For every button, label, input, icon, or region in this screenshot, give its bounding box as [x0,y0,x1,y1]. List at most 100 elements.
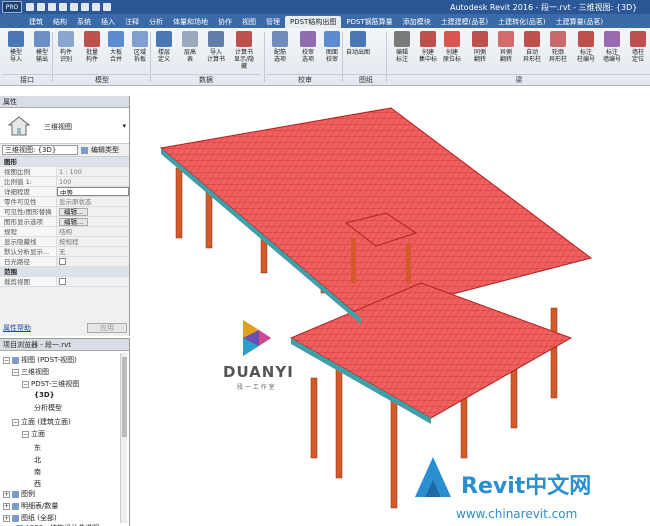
ribbon-button-2[interactable]: 构件 识别 [54,30,78,72]
tab-1[interactable]: 结构 [48,16,72,28]
tab-0[interactable]: 建筑 [24,16,48,28]
undo-icon[interactable] [48,3,56,11]
tab-7[interactable]: 协作 [213,16,237,28]
ribbon-button-1[interactable]: 模型 输出 [30,30,54,72]
tab-8[interactable]: 视图 [237,16,261,28]
expand-toggle-icon[interactable]: + [3,514,10,522]
ribbon-button-16[interactable]: 创建 原位标 [440,30,464,72]
ribbon-button-12[interactable]: 图面 校审 [320,30,344,72]
expand-toggle-icon[interactable]: − [22,430,29,438]
property-checkbox[interactable] [59,278,66,285]
3d-view-icon[interactable] [103,3,111,11]
expand-toggle-icon[interactable]: − [12,368,19,376]
project-browser-header: 项目浏览器 - 段一.rvt [0,339,129,351]
property-group[interactable]: 范围 [0,267,129,277]
tab-4[interactable]: 注释 [120,16,144,28]
chevron-down-icon[interactable]: ▾ [122,122,126,130]
ribbon-button-4[interactable]: 大板 合并 [104,30,128,72]
ribbon-button-18[interactable]: 异側 翻转 [494,30,518,72]
property-value: 中等 [57,187,129,196]
tab-14[interactable]: 土建转化(品茗) [493,16,550,28]
tree-item[interactable]: − 三维视图 [12,367,49,377]
view-instance-select[interactable]: 三维视图: {3D} [2,145,78,155]
tab-10[interactable]: PDST结构出图 [285,16,342,28]
property-key: 规程 [0,227,57,236]
tab-12[interactable]: 添加模块 [398,16,436,28]
tree-item[interactable]: 南 [34,467,41,477]
tree-item[interactable]: + 图纸 (全部) [3,513,57,523]
building-model [159,107,593,509]
tab-11[interactable]: PDST钢筋算量 [341,16,397,28]
tree-item[interactable]: − PDST-三维视图 [22,379,79,389]
ribbon-button-8[interactable]: 导入 计算书 [204,30,228,72]
measure-icon[interactable] [81,3,89,11]
tab-5[interactable]: 分析 [144,16,168,28]
ribbon-button-10[interactable]: 配筋 选项 [268,30,292,72]
property-group[interactable]: 图形 [0,157,129,167]
ribbon-button-label: 轮廓 异形柱 [548,49,567,63]
tree-item[interactable]: − 立面 (建筑立面) [12,417,71,427]
browser-scrollbar[interactable] [120,353,127,523]
expand-toggle-icon[interactable]: − [3,356,10,364]
property-value: 显示原状态 [59,198,92,206]
3d-view-canvas[interactable]: DUANYI 段 一 工 作 室 Revit中文网 www.chinarevit… [131,88,650,526]
tree-item-label: 立面 [31,430,45,438]
tab-15[interactable]: 土建算量(品茗) [551,16,608,28]
ribbon-button-15[interactable]: 创建 集中标 [416,30,440,72]
ribbon-tool-icon [272,31,288,47]
ribbon-tool-icon [350,31,366,47]
edit-type-button[interactable]: 编辑类型 [91,145,119,155]
ribbon-button-11[interactable]: 校审 选项 [296,30,320,72]
tree-item[interactable]: 西 [34,479,41,489]
property-grid: 图形 视图比例 1 : 100 比例值 1: 100 详细程度 中等 零件可见性 显示原状态 可见… [0,157,129,287]
ribbon-tool-icon [604,31,620,47]
tab-6[interactable]: 体量和场地 [168,16,213,28]
tree-item[interactable]: + 明细表/数量 [3,501,58,511]
ribbon-panel-label: 数据 [152,74,260,85]
text-icon[interactable] [92,3,100,11]
tab-13[interactable]: 土建建模(品茗) [436,16,493,28]
tree-item[interactable]: 东 [34,443,41,453]
ribbon-button-9[interactable]: 计算书 显示/隐藏 [232,30,256,72]
tree-item[interactable]: − 立面 [22,429,45,439]
tab-2[interactable]: 系统 [72,16,96,28]
ribbon-button-0[interactable]: 模型 导入 [4,30,28,72]
expand-toggle-icon[interactable]: + [3,490,10,498]
tree-item[interactable]: 北 [34,455,41,465]
properties-panel: 属性 三维视图 ▾ 三维视图: {3D} 编辑类型 图形 视图比例 1 : 100 比… [0,96,130,336]
open-icon[interactable] [26,3,34,11]
tree-item[interactable]: {3D} [34,391,55,399]
tree-item[interactable]: − 视图 (PDST-视图) [3,355,77,365]
ribbon-button-22[interactable]: 标注 墙编号 [600,30,624,72]
tab-9[interactable]: 管理 [261,16,285,28]
ribbon-button-5[interactable]: 区域 拆板 [128,30,152,72]
tree-item[interactable]: 分析模型 [34,403,62,413]
properties-help-link[interactable]: 属性帮助 [3,323,31,333]
type-selector[interactable]: 三维视图 ▾ [0,108,129,144]
print-icon[interactable] [70,3,78,11]
ribbon-tool-icon [524,31,540,47]
ribbon-button-23[interactable]: 墙柱 定位 [626,30,650,72]
ribbon-button-17[interactable]: 同側 翻转 [468,30,492,72]
application-menu-button[interactable]: PRO [2,1,22,13]
ribbon-button-14[interactable]: 编辑 标注 [390,30,414,72]
ribbon-button-7[interactable]: 层高 表 [178,30,202,72]
apply-button[interactable]: 应用 [87,323,127,333]
edit-button[interactable]: 编辑... [59,218,89,226]
redo-icon[interactable] [59,3,67,11]
ribbon-button-3[interactable]: 批量 构件 [80,30,104,72]
ribbon-button-21[interactable]: 标注 柱编号 [574,30,598,72]
property-checkbox[interactable] [59,258,66,265]
ribbon-button-20[interactable]: 轮廓 异形柱 [546,30,570,72]
ribbon-button-19[interactable]: 自动 异形柱 [520,30,544,72]
expand-toggle-icon[interactable]: − [22,380,29,388]
tree-item[interactable]: + 图例 [3,489,35,499]
ribbon-button-6[interactable]: 楼层 定义 [152,30,176,72]
tab-3[interactable]: 插入 [96,16,120,28]
save-icon[interactable] [37,3,45,11]
ribbon-button-label: 校审 选项 [301,49,314,63]
expand-toggle-icon[interactable]: − [12,418,19,426]
expand-toggle-icon[interactable]: + [3,502,10,510]
edit-button[interactable]: 编辑... [59,208,89,216]
ribbon-button-13[interactable]: 自动出图 [346,30,370,72]
